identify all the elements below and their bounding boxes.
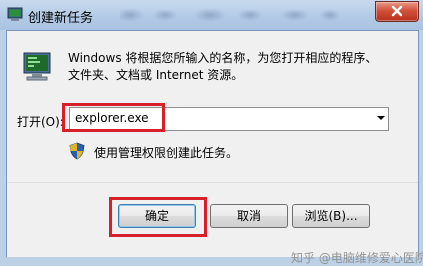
description-line-2: 文件夹、文档或 Internet 资源。 bbox=[68, 68, 244, 82]
title-bar: 创建新任务 bbox=[0, 0, 423, 30]
description-line-1: Windows 将根据您所输入的名称，为您打开相应的程序、 bbox=[68, 51, 378, 65]
admin-privilege-text: 使用管理权限创建此任务。 bbox=[94, 146, 239, 160]
window-title: 创建新任务 bbox=[28, 11, 94, 26]
blurred-background bbox=[120, 6, 340, 24]
highlight-box-ok bbox=[109, 197, 207, 237]
run-program-icon bbox=[21, 51, 53, 83]
chevron-down-icon[interactable] bbox=[377, 116, 385, 120]
open-label: 打开(O): bbox=[17, 115, 64, 129]
close-button[interactable] bbox=[375, 1, 419, 22]
cancel-button[interactable]: 取消 bbox=[210, 204, 288, 228]
description: Windows 将根据您所输入的名称，为您打开相应的程序、 文件夹、文档或 In… bbox=[68, 50, 408, 84]
close-icon bbox=[389, 2, 405, 21]
dialog-body: Windows 将根据您所输入的名称，为您打开相应的程序、 文件夹、文档或 In… bbox=[6, 30, 423, 265]
run-window-icon bbox=[7, 6, 23, 22]
highlight-box-input bbox=[62, 103, 165, 132]
uac-shield-icon bbox=[69, 142, 85, 160]
button-bar: 确定 取消 浏览(B)... 知乎 @电脑维修爱心医院 bbox=[7, 182, 423, 265]
browse-button[interactable]: 浏览(B)... bbox=[292, 204, 370, 228]
watermark: 知乎 @电脑维修爱心医院 bbox=[291, 251, 423, 265]
